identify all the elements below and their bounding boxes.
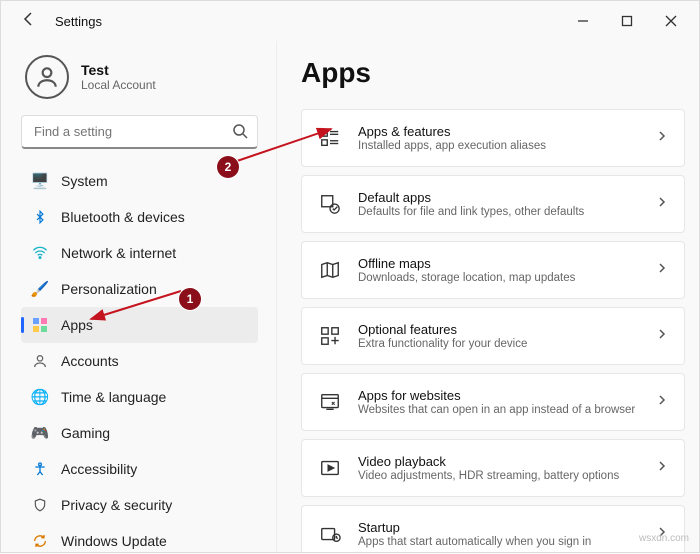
sidebar-item-label: Network & internet (61, 245, 176, 261)
card-title: Apps for websites (358, 388, 656, 403)
apps-for-websites-icon (318, 390, 342, 414)
card-subtitle: Extra functionality for your device (358, 338, 656, 350)
bluetooth-icon (31, 208, 49, 226)
content-area: Test Local Account 🖥️ System Bluetooth &… (1, 41, 699, 552)
windows-update-icon (31, 532, 49, 550)
sidebar-item-label: Privacy & security (61, 497, 172, 513)
close-button[interactable] (649, 5, 693, 37)
card-title: Apps & features (358, 124, 656, 139)
sidebar-item-network[interactable]: Network & internet (21, 235, 258, 271)
sidebar: Test Local Account 🖥️ System Bluetooth &… (1, 41, 276, 552)
titlebar: Settings (1, 1, 699, 41)
sidebar-item-label: Accessibility (61, 461, 137, 477)
card-default-apps[interactable]: Default appsDefaults for file and link t… (301, 175, 685, 233)
apps-features-icon (318, 126, 342, 150)
chevron-right-icon (656, 261, 668, 279)
sidebar-item-gaming[interactable]: 🎮 Gaming (21, 415, 258, 451)
personalization-icon: 🖌️ (31, 280, 49, 298)
privacy-icon (31, 496, 49, 514)
back-icon[interactable] (21, 11, 37, 32)
sidebar-item-windows-update[interactable]: Windows Update (21, 523, 258, 552)
card-video-playback[interactable]: Video playbackVideo adjustments, HDR str… (301, 439, 685, 497)
card-apps-for-websites[interactable]: Apps for websitesWebsites that can open … (301, 373, 685, 431)
sidebar-item-label: Personalization (61, 281, 157, 297)
video-playback-icon (318, 456, 342, 480)
chevron-right-icon (656, 459, 668, 477)
chevron-right-icon (656, 393, 668, 411)
accounts-icon (31, 352, 49, 370)
startup-icon (318, 522, 342, 546)
sidebar-item-label: Windows Update (61, 533, 167, 549)
sidebar-item-accessibility[interactable]: Accessibility (21, 451, 258, 487)
card-offline-maps[interactable]: Offline mapsDownloads, storage location,… (301, 241, 685, 299)
watermark: wsxdn.com (639, 533, 689, 544)
card-subtitle: Installed apps, app execution aliases (358, 140, 656, 152)
wifi-icon (31, 244, 49, 262)
sidebar-item-accounts[interactable]: Accounts (21, 343, 258, 379)
sidebar-item-apps[interactable]: Apps (21, 307, 258, 343)
chevron-right-icon (656, 327, 668, 345)
sidebar-item-label: Apps (61, 317, 93, 333)
gaming-icon: 🎮 (31, 424, 49, 442)
profile-name: Test (81, 62, 156, 78)
chevron-right-icon (656, 129, 668, 147)
card-title: Video playback (358, 454, 656, 469)
card-subtitle: Websites that can open in an app instead… (358, 404, 656, 416)
card-apps-features[interactable]: Apps & featuresInstalled apps, app execu… (301, 109, 685, 167)
search-input[interactable] (21, 115, 258, 149)
offline-maps-icon (318, 258, 342, 282)
avatar-icon (25, 55, 69, 99)
card-title: Optional features (358, 322, 656, 337)
apps-icon (31, 316, 49, 334)
card-subtitle: Apps that start automatically when you s… (358, 536, 656, 548)
main-panel: Apps Apps & featuresInstalled apps, app … (276, 41, 699, 552)
default-apps-icon (318, 192, 342, 216)
card-subtitle: Video adjustments, HDR streaming, batter… (358, 470, 656, 482)
app-title: Settings (55, 14, 102, 29)
page-title: Apps (301, 57, 693, 89)
window-controls (561, 5, 693, 37)
card-title: Startup (358, 520, 656, 535)
sidebar-item-privacy[interactable]: Privacy & security (21, 487, 258, 523)
card-optional-features[interactable]: Optional featuresExtra functionality for… (301, 307, 685, 365)
sidebar-item-label: Accounts (61, 353, 119, 369)
card-subtitle: Downloads, storage location, map updates (358, 272, 656, 284)
sidebar-item-time-language[interactable]: 🌐 Time & language (21, 379, 258, 415)
time-language-icon: 🌐 (31, 388, 49, 406)
sidebar-item-label: System (61, 173, 108, 189)
card-title: Offline maps (358, 256, 656, 271)
sidebar-item-personalization[interactable]: 🖌️ Personalization (21, 271, 258, 307)
accessibility-icon (31, 460, 49, 478)
search-box[interactable] (21, 115, 258, 149)
settings-window: Settings Test Local Account (0, 0, 700, 553)
profile-type: Local Account (81, 78, 156, 92)
card-title: Default apps (358, 190, 656, 205)
annotation-badge-1: 1 (179, 288, 201, 310)
chevron-right-icon (656, 195, 668, 213)
optional-features-icon (318, 324, 342, 348)
system-icon: 🖥️ (31, 172, 49, 190)
sidebar-item-bluetooth[interactable]: Bluetooth & devices (21, 199, 258, 235)
search-icon (232, 123, 248, 139)
card-startup[interactable]: StartupApps that start automatically whe… (301, 505, 685, 552)
profile-block[interactable]: Test Local Account (25, 55, 268, 99)
annotation-badge-2: 2 (217, 156, 239, 178)
sidebar-item-label: Bluetooth & devices (61, 209, 185, 225)
sidebar-item-label: Time & language (61, 389, 166, 405)
minimize-button[interactable] (561, 5, 605, 37)
card-subtitle: Defaults for file and link types, other … (358, 206, 656, 218)
sidebar-item-label: Gaming (61, 425, 110, 441)
maximize-button[interactable] (605, 5, 649, 37)
